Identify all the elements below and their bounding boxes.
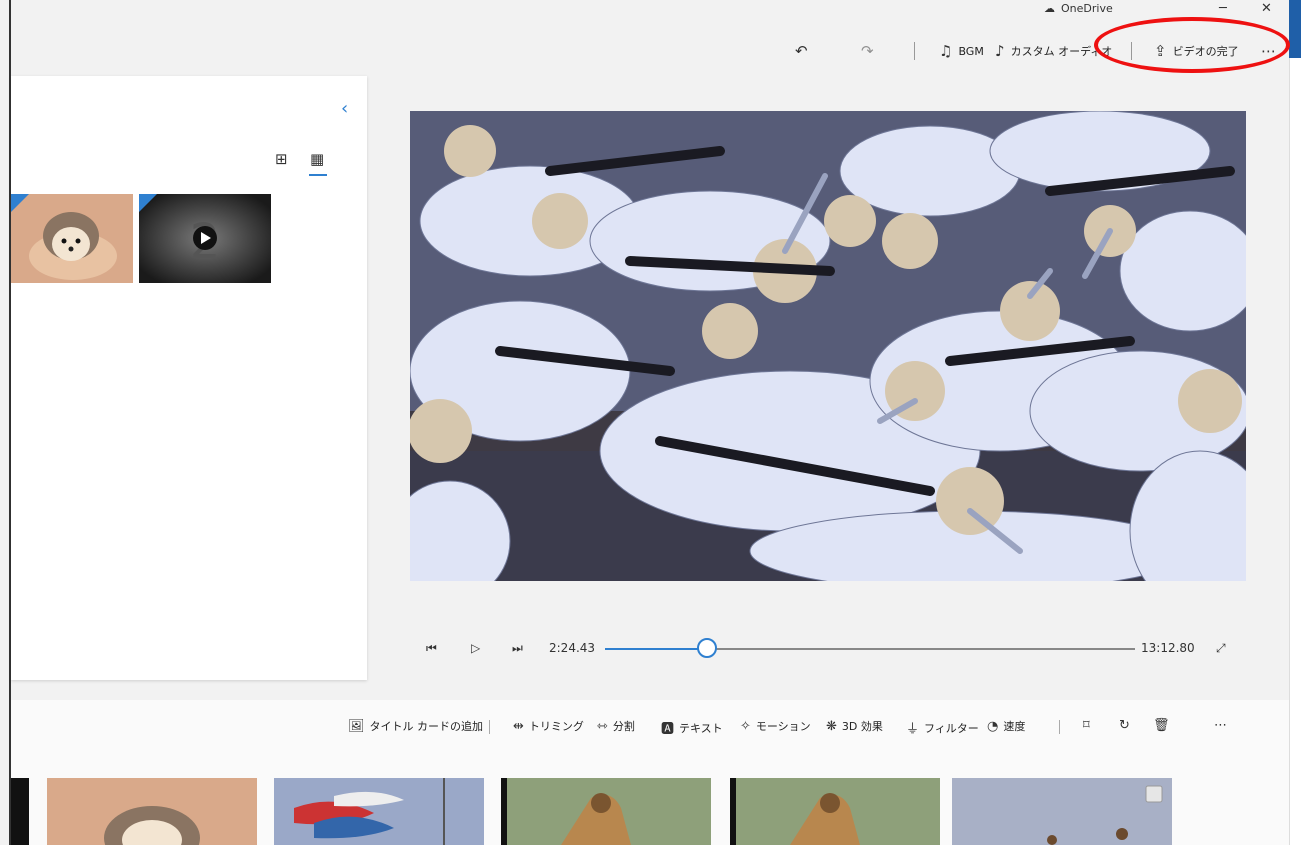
3d-effects-label: 3D 効果	[841, 720, 883, 733]
onedrive-status[interactable]: ☁ OneDrive	[1044, 2, 1113, 15]
seek-handle[interactable]	[697, 638, 718, 658]
play-icon[interactable]: ▷	[471, 636, 480, 660]
motion-button[interactable]: ✧ モーション	[740, 718, 811, 734]
storyboard-more-button[interactable]: ⋯	[1214, 718, 1227, 733]
undo-icon: ↶	[795, 42, 808, 60]
storyboard-clip[interactable]	[730, 778, 940, 845]
trim-icon: ⇹	[513, 718, 524, 734]
redo-button[interactable]: ↷	[861, 36, 874, 66]
toolbar-separator	[489, 720, 490, 734]
add-title-card-label: タイトル カードの追加	[369, 720, 484, 733]
split-label: 分割	[612, 720, 635, 733]
storyboard-clip[interactable]	[47, 778, 257, 845]
storyboard-clip[interactable]	[11, 778, 29, 845]
toolbar-separator	[1059, 720, 1060, 734]
close-button[interactable]: ✕	[1261, 1, 1272, 16]
storyboard-clip[interactable]	[501, 778, 711, 845]
playback-controls: ⏮ ▷ ⏭ 2:24.43 13:12.80 ⤢	[11, 636, 1289, 660]
text-icon: 🅰	[661, 722, 675, 737]
3d-effects-icon: ❋	[826, 718, 837, 734]
crop-button[interactable]: ⌑	[1083, 718, 1090, 733]
annotation-highlight-ring	[1094, 17, 1290, 73]
adjacent-window-accent	[1289, 0, 1301, 58]
storyboard-panel: 🖼 タイトル カードの追加 ⇹ トリミング ⇿ 分割 🅰 テキスト ✧ モーショ…	[11, 700, 1289, 845]
split-icon: ⇿	[597, 718, 608, 734]
next-frame-icon[interactable]: ⏭	[512, 636, 523, 660]
motion-label: モーション	[755, 720, 811, 733]
rotate-button[interactable]: ↻	[1119, 718, 1130, 733]
added-to-project-badge	[139, 194, 157, 212]
text-label: テキスト	[679, 721, 723, 735]
project-library-panel: ‹ ⊞ ▦ 2	[11, 76, 367, 680]
undo-button[interactable]: ↶	[795, 36, 808, 66]
seek-bar[interactable]	[605, 648, 1135, 650]
bgm-button[interactable]: ♫ BGM	[939, 36, 984, 66]
trim-button[interactable]: ⇹ トリミング	[513, 718, 584, 734]
motion-icon: ✧	[740, 718, 751, 734]
add-title-card-button[interactable]: 🖼 タイトル カードの追加	[348, 718, 483, 734]
command-separator	[914, 42, 915, 60]
large-view-icon[interactable]: ⊞	[275, 150, 288, 168]
rotate-icon: ↻	[1119, 718, 1130, 733]
trash-icon: 🗑	[1153, 718, 1170, 733]
video-preview[interactable]	[410, 111, 1246, 581]
speed-label: 速度	[1003, 720, 1026, 733]
active-view-indicator	[309, 174, 327, 176]
title-card-icon: 🖼	[348, 718, 365, 734]
more-icon: ⋯	[1214, 718, 1227, 733]
bgm-label: BGM	[958, 44, 984, 58]
seek-bar-progress	[605, 648, 708, 650]
person-audio-icon: ♪	[995, 42, 1005, 60]
filters-button[interactable]: ⏚ フィルター	[906, 718, 979, 738]
added-to-project-badge	[11, 194, 29, 212]
onedrive-label: OneDrive	[1061, 2, 1113, 15]
title-bar: ☁ OneDrive ─ ✕	[11, 0, 1289, 22]
adjacent-window-strip	[1289, 0, 1301, 845]
library-thumb-hedgehog[interactable]	[11, 194, 133, 283]
speed-icon: ◔	[987, 718, 999, 734]
onedrive-icon: ☁	[1044, 2, 1055, 15]
collapse-panel-icon[interactable]: ‹	[341, 98, 348, 119]
current-time: 2:24.43	[549, 641, 596, 655]
storyboard-clip[interactable]	[952, 778, 1172, 845]
split-button[interactable]: ⇿ 分割	[597, 718, 635, 734]
redo-icon: ↷	[861, 42, 874, 60]
trim-label: トリミング	[528, 720, 584, 733]
library-thumb-countdown-video[interactable]: 2	[139, 194, 271, 283]
3d-effects-button[interactable]: ❋ 3D 効果	[826, 718, 883, 734]
speed-button[interactable]: ◔ 速度	[987, 718, 1025, 734]
storyboard-clip[interactable]	[274, 778, 484, 845]
previous-frame-icon[interactable]: ⏮	[426, 636, 437, 660]
music-note-icon: ♫	[939, 42, 953, 60]
small-view-icon[interactable]: ▦	[310, 150, 324, 168]
filter-icon: ⏚	[906, 722, 920, 737]
delete-button[interactable]: 🗑	[1153, 718, 1170, 733]
fullscreen-icon[interactable]: ⤢	[1216, 636, 1226, 660]
filters-label: フィルター	[924, 721, 979, 735]
total-time: 13:12.80	[1141, 641, 1195, 655]
crop-icon: ⌑	[1083, 718, 1090, 733]
text-button[interactable]: 🅰 テキスト	[661, 718, 723, 738]
minimize-button[interactable]: ─	[1219, 1, 1227, 16]
